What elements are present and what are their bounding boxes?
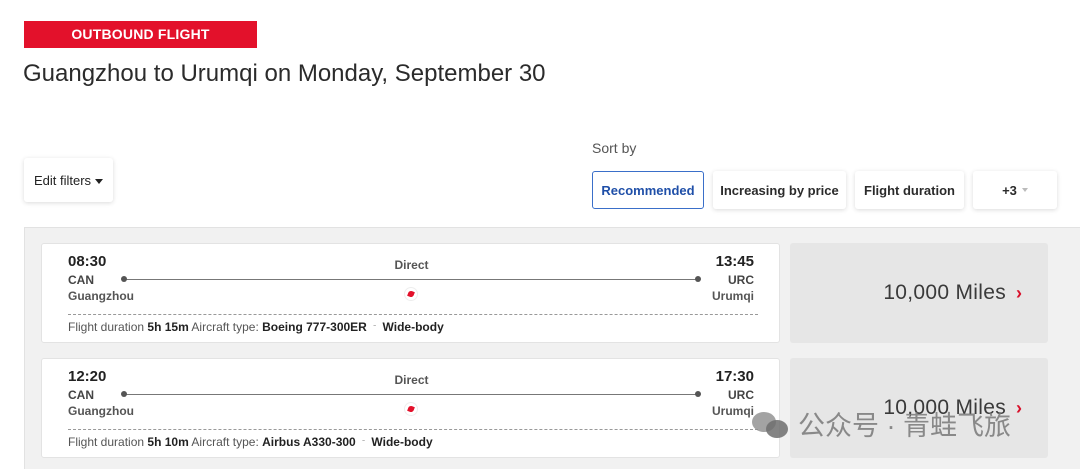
- arrival-dot: [695, 276, 701, 282]
- arrival-code: URC: [728, 388, 754, 402]
- aircraft-value: Boeing 777-300ER: [262, 320, 367, 334]
- body-type: Wide-body: [371, 435, 433, 449]
- arrival-time: 13:45: [715, 253, 754, 270]
- arrival-time: 17:30: [715, 368, 754, 385]
- divider: [68, 314, 758, 315]
- departure-city: Guangzhou: [68, 404, 134, 418]
- price-button[interactable]: 10,000 Miles ›: [790, 243, 1048, 343]
- flight-details: Flight duration 5h 15m Aircraft type: Bo…: [68, 320, 444, 334]
- sort-flight-duration-button[interactable]: Flight duration: [855, 171, 964, 209]
- edit-filters-button[interactable]: Edit filters: [24, 158, 113, 202]
- page-title: Guangzhou to Urumqi on Monday, September…: [23, 60, 546, 87]
- chevron-down-icon: [1021, 188, 1028, 192]
- edit-filters-label: Edit filters: [33, 172, 92, 188]
- chevron-right-icon: ›: [1016, 282, 1022, 303]
- sort-option-label: +3: [1002, 182, 1017, 198]
- watermark: 公众号 · 青蛙飞旅: [752, 404, 1011, 443]
- arrival-city: Urumqi: [712, 289, 754, 303]
- departure-dot: [121, 391, 127, 397]
- departure-dot: [121, 276, 127, 282]
- sort-option-label: Increasing by price: [720, 182, 839, 198]
- body-type: Wide-body: [382, 320, 444, 334]
- airline-logo-icon: [404, 402, 418, 416]
- duration-label: Flight duration: [68, 320, 145, 334]
- sort-increasing-price-button[interactable]: Increasing by price: [713, 171, 846, 209]
- outbound-flight-badge: OUTBOUND FLIGHT: [24, 21, 257, 48]
- aircraft-value: Airbus A330-300: [262, 435, 356, 449]
- departure-city: Guangzhou: [68, 289, 134, 303]
- stops-label: Direct: [394, 258, 429, 272]
- chevron-right-icon: ›: [1016, 397, 1022, 418]
- stops-label: Direct: [394, 373, 429, 387]
- sort-recommended-button[interactable]: Recommended: [592, 171, 704, 209]
- watermark-text: 公众号 · 青蛙飞旅: [798, 411, 1011, 441]
- arrival-dot: [695, 391, 701, 397]
- route-line: [123, 394, 698, 395]
- sort-option-label: Flight duration: [864, 182, 955, 198]
- wechat-icon: [752, 408, 790, 440]
- duration-value: 5h 15m: [147, 320, 189, 334]
- caret-down-icon: [95, 178, 104, 184]
- divider: [68, 429, 758, 430]
- airline-logo-icon: [404, 287, 418, 301]
- route-line: [123, 279, 698, 280]
- departure-code: CAN: [68, 273, 94, 287]
- arrival-city: Urumqi: [712, 404, 754, 418]
- separator-icon: ˉ: [373, 323, 377, 333]
- flight-card[interactable]: 08:30 CAN Guangzhou Direct 13:45 URC Uru…: [41, 243, 780, 343]
- aircraft-label: Aircraft type:: [191, 320, 259, 334]
- sort-more-button[interactable]: +3: [973, 171, 1057, 209]
- sort-by-label: Sort by: [592, 140, 637, 156]
- separator-icon: ˉ: [362, 438, 366, 448]
- price-value: 10,000 Miles: [883, 281, 1006, 304]
- sort-option-label: Recommended: [601, 182, 695, 198]
- duration-value: 5h 10m: [147, 435, 189, 449]
- arrival-code: URC: [728, 273, 754, 287]
- aircraft-label: Aircraft type:: [191, 435, 259, 449]
- flight-details: Flight duration 5h 10m Aircraft type: Ai…: [68, 435, 433, 449]
- departure-code: CAN: [68, 388, 94, 402]
- flight-card[interactable]: 12:20 CAN Guangzhou Direct 17:30 URC Uru…: [41, 358, 780, 458]
- duration-label: Flight duration: [68, 435, 145, 449]
